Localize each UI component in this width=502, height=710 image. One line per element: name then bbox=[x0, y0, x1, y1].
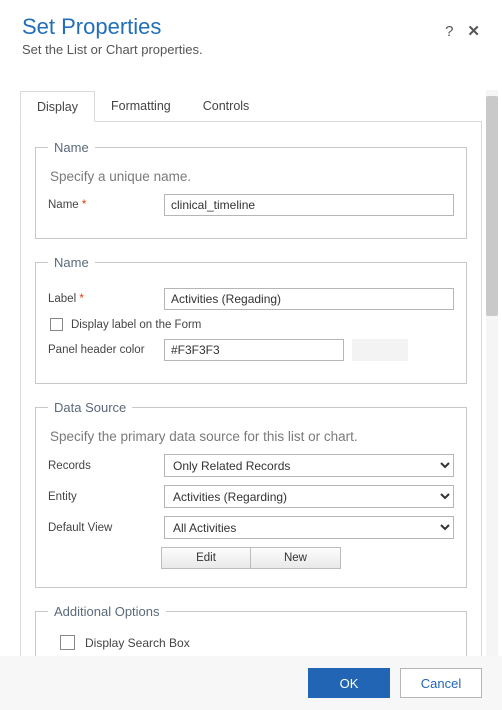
tab-controls[interactable]: Controls bbox=[187, 91, 266, 122]
name-label: Name bbox=[48, 199, 164, 211]
scrollbar-thumb[interactable] bbox=[486, 96, 498, 316]
records-select[interactable]: Only Related Records bbox=[164, 454, 454, 477]
panel-header-color-label: Panel header color bbox=[48, 344, 164, 356]
fieldset-data-source: Data Source Specify the primary data sou… bbox=[35, 400, 467, 588]
page-subtitle: Set the List or Chart properties. bbox=[22, 42, 480, 57]
edit-button[interactable]: Edit bbox=[161, 547, 251, 569]
fieldset-name-legend: Name bbox=[48, 140, 95, 155]
ok-button[interactable]: OK bbox=[308, 668, 390, 698]
default-view-select[interactable]: All Activities bbox=[164, 516, 454, 539]
records-label: Records bbox=[48, 460, 164, 472]
label-input[interactable] bbox=[164, 288, 454, 310]
tab-display[interactable]: Display bbox=[20, 91, 95, 122]
footer: OK Cancel bbox=[0, 656, 502, 710]
scrollbar[interactable] bbox=[486, 90, 498, 656]
tab-formatting[interactable]: Formatting bbox=[95, 91, 187, 122]
fieldset-label: Name Label Display label on the Form Pan… bbox=[35, 255, 467, 384]
fieldset-ds-legend: Data Source bbox=[48, 400, 132, 415]
name-desc: Specify a unique name. bbox=[50, 169, 454, 184]
fieldset-label-legend: Name bbox=[48, 255, 95, 270]
fieldset-additional-options: Additional Options Display Search Box Di… bbox=[35, 604, 467, 656]
entity-select[interactable]: Activities (Regarding) bbox=[164, 485, 454, 508]
panel-header-color-input[interactable] bbox=[164, 339, 344, 361]
new-button[interactable]: New bbox=[251, 547, 341, 569]
page-title: Set Properties bbox=[22, 14, 480, 40]
content-scroll[interactable]: Display Formatting Controls Name Specify… bbox=[20, 90, 482, 656]
name-input[interactable] bbox=[164, 194, 454, 216]
fieldset-addl-legend: Additional Options bbox=[48, 604, 166, 619]
tabs: Display Formatting Controls bbox=[20, 90, 482, 122]
display-search-text: Display Search Box bbox=[85, 636, 190, 650]
fieldset-name: Name Specify a unique name. Name bbox=[35, 140, 467, 239]
display-search-checkbox[interactable] bbox=[60, 635, 75, 650]
panel-header-color-swatch[interactable] bbox=[352, 339, 408, 361]
help-icon[interactable]: ? bbox=[445, 23, 453, 40]
display-label-check-text: Display label on the Form bbox=[71, 319, 201, 331]
cancel-button[interactable]: Cancel bbox=[400, 668, 482, 698]
ds-desc: Specify the primary data source for this… bbox=[50, 429, 454, 444]
close-icon[interactable]: ✕ bbox=[467, 22, 480, 40]
label-label: Label bbox=[48, 293, 164, 305]
entity-label: Entity bbox=[48, 491, 164, 503]
default-view-label: Default View bbox=[48, 522, 164, 534]
display-label-checkbox[interactable] bbox=[50, 318, 63, 331]
